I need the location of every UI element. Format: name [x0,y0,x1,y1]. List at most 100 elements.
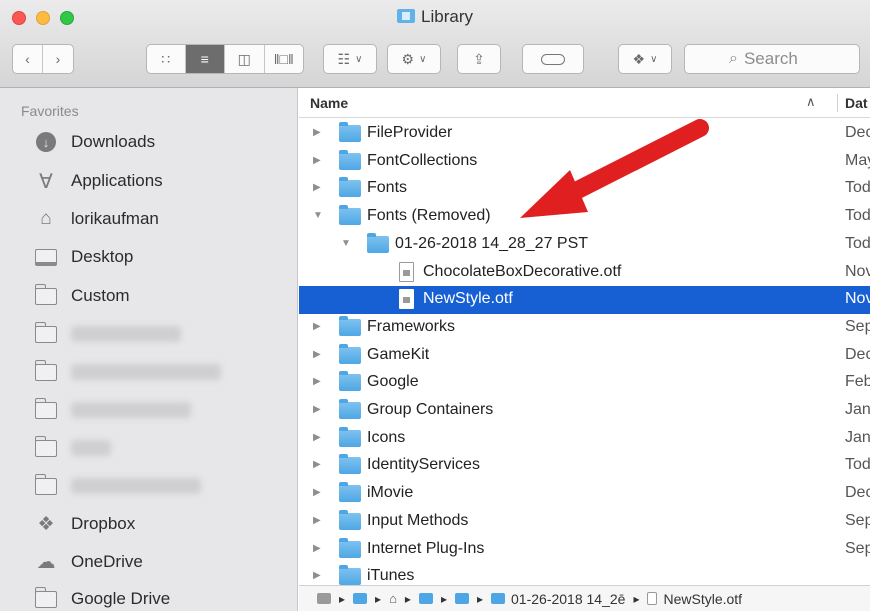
date-modified: Tod [845,207,870,225]
sort-ascending-icon: ∧ [806,94,816,109]
home-icon[interactable]: ⌂ [389,591,397,606]
file-row[interactable]: NewStyle.otf Nov [299,286,870,315]
back-button[interactable]: ‹ [13,45,44,73]
file-name: ChocolateBoxDecorative.otf [423,262,622,280]
date-modified: Tod [845,179,870,197]
chevron-down-icon: ∨ [355,53,363,65]
date-column-header[interactable]: Dat [845,95,868,111]
sidebar-item-desktop[interactable]: Desktop [35,242,133,272]
file-row[interactable]: ▼ 01-26-2018 14_28_27 PST Tod [299,231,870,259]
path-segment-file[interactable]: NewStyle.otf [663,591,742,607]
path-separator-icon: ▸ [339,591,346,606]
folder-icon [34,435,57,458]
file-name: FontCollections [367,151,478,169]
folder-icon[interactable] [454,593,469,604]
disclosure-closed-icon[interactable]: ▶ [313,182,321,193]
file-row[interactable]: ▶ Google Feb [299,369,870,397]
sidebar-item-dropbox[interactable]: ❖ Dropbox [35,509,135,539]
folder-icon [339,149,361,170]
folder-icon [339,454,361,475]
list-view-button[interactable]: ≡ [185,45,226,73]
sidebar-item-custom[interactable]: Custom [34,281,130,311]
folder-icon [339,205,361,226]
file-row[interactable]: ▶ Icons Jan [299,425,870,453]
redacted-label [71,326,181,342]
forward-button[interactable]: › [43,45,73,73]
sidebar-item-redacted-3[interactable] [34,395,191,425]
library-folder-icon [397,9,416,23]
chevron-left-icon: ‹ [25,51,30,67]
date-modified: Sep [845,539,870,557]
search-field[interactable]: ⌕ Search [684,44,860,74]
grid-icon: ∷ [161,50,171,67]
sidebar-item-applications[interactable]: ∀ Applications [35,166,163,196]
share-button[interactable]: ⇪ [457,44,501,74]
disclosure-closed-icon[interactable]: ▶ [313,155,321,166]
icon-view-button[interactable]: ∷ [147,45,186,73]
search-placeholder: Search [743,49,798,68]
sidebar-item-redacted-1[interactable] [34,319,181,349]
file-row[interactable]: ▶ Input Methods Sep [299,508,870,536]
file-row[interactable]: ▶ Frameworks Sep [299,314,870,342]
action-button[interactable]: ⚙ ∨ [387,44,441,74]
sidebar-item-redacted-5[interactable] [34,471,201,501]
folder-icon[interactable] [353,593,368,604]
file-name: Fonts [367,179,408,197]
dropbox-icon: ❖ [632,50,646,67]
file-row[interactable]: ▶ Group Containers Jan [299,397,870,425]
arrange-button[interactable]: ☷ ∨ [323,44,377,74]
disclosure-closed-icon[interactable]: ▶ [313,127,321,138]
file-row[interactable]: ▶ FontCollections May [299,148,870,176]
disclosure-closed-icon[interactable]: ▶ [313,570,321,581]
file-row[interactable]: ▶ FileProvider Dec [299,120,870,148]
file-row[interactable]: ChocolateBoxDecorative.otf Nov [299,259,870,287]
path-segment-date-folder[interactable]: 01-26-2018 14_2ē [511,591,625,607]
disclosure-closed-icon[interactable]: ▶ [313,404,321,415]
disk-icon[interactable] [317,593,331,604]
disclosure-closed-icon[interactable]: ▶ [313,321,321,332]
library-icon[interactable] [418,593,433,604]
file-name: Google [367,373,419,391]
disclosure-closed-icon[interactable]: ▶ [313,487,321,498]
sidebar-item-home[interactable]: ⌂ lorikaufman [35,204,159,234]
tags-button[interactable] [522,44,584,74]
dropbox-toolbar-button[interactable]: ❖ ∨ [618,44,672,74]
column-divider[interactable] [837,94,838,112]
file-row[interactable]: ▶ iMovie Dec [299,480,870,508]
disclosure-closed-icon[interactable]: ▶ [313,349,321,360]
disclosure-closed-icon[interactable]: ▶ [313,432,321,443]
file-name: 01-26-2018 14_28_27 PST [395,234,589,252]
folder-icon [339,399,361,419]
file-row[interactable]: ▶ GameKit Dec [299,342,870,370]
disclosure-open-icon[interactable]: ▼ [313,210,323,221]
folder-icon [34,321,57,344]
folder-icon [34,473,57,496]
folder-icon [34,586,57,609]
file-name: iMovie [367,484,414,502]
sidebar-item-label: Custom [71,286,130,305]
column-view-button[interactable]: ◫ [225,45,265,73]
sidebar-item-downloads[interactable]: ↓ Downloads [35,127,155,157]
disclosure-open-icon[interactable]: ▼ [341,238,351,249]
sidebar-item-google-drive[interactable]: Google Drive [34,584,170,611]
file-row[interactable]: ▶ Internet Plug-Ins Sep [299,536,870,564]
folder-icon [34,397,57,420]
file-row[interactable]: ▶ IdentityServices Tod [299,452,870,480]
chevron-down-icon: ∨ [650,53,658,65]
sidebar-item-onedrive[interactable]: ☁ OneDrive [35,547,143,577]
date-modified: Nov [845,290,870,308]
disclosure-closed-icon[interactable]: ▶ [313,515,321,526]
path-separator-icon: ▸ [404,591,411,606]
file-row[interactable]: ▼ Fonts (Removed) Tod [299,203,870,231]
sidebar-item-redacted-2[interactable] [34,357,221,387]
disclosure-closed-icon[interactable]: ▶ [313,376,321,387]
sidebar-item-redacted-4[interactable] [34,433,111,463]
cover-flow-button[interactable]: ‖□‖ [265,45,303,73]
disclosure-closed-icon[interactable]: ▶ [313,459,321,470]
name-column-header[interactable]: Name [310,95,348,111]
disclosure-closed-icon[interactable]: ▶ [313,543,321,554]
file-name: NewStyle.otf [423,290,513,308]
cover-flow-icon: ‖□‖ [273,51,294,67]
file-row[interactable]: ▶ Fonts Tod [299,175,870,203]
file-name: Group Containers [367,401,494,418]
